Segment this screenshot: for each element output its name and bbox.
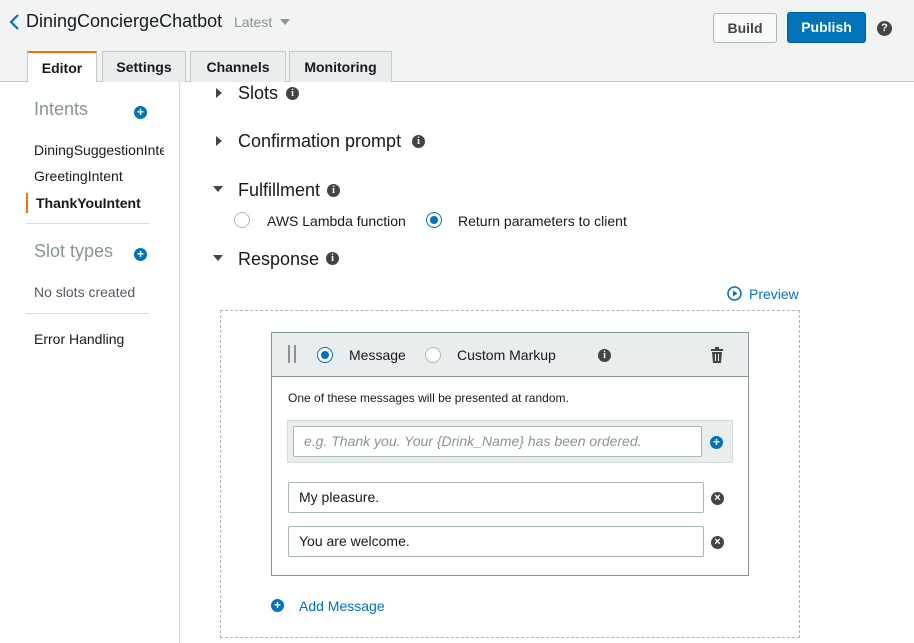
sidebar-item-error-handling[interactable]: Error Handling xyxy=(34,331,124,347)
top-header: DiningConciergeChatbot Latest Build Publ… xyxy=(0,0,914,83)
slot-types-heading: Slot types xyxy=(34,241,114,261)
sidebar: Intents + DiningSuggestionIntent Greetin… xyxy=(0,82,180,643)
radio-aws-lambda[interactable] xyxy=(234,212,250,228)
sidebar-item-dining-suggestion-intent[interactable]: DiningSuggestionIntent xyxy=(34,142,164,158)
version-dropdown[interactable]: Latest xyxy=(234,14,291,30)
tab-settings[interactable]: Settings xyxy=(102,51,186,82)
message-card: Message Custom Markup i One of these mes… xyxy=(271,332,749,576)
back-chevron-icon[interactable] xyxy=(8,12,24,32)
radio-message[interactable] xyxy=(317,347,333,363)
intents-heading: Intents xyxy=(34,99,89,119)
tab-channels[interactable]: Channels xyxy=(190,51,286,82)
bot-name-title: DiningConciergeChatbot xyxy=(26,11,223,31)
add-intent-icon[interactable]: + xyxy=(134,106,147,119)
radio-message-label: Message xyxy=(349,347,406,363)
info-icon[interactable]: i xyxy=(412,135,425,148)
info-icon[interactable]: i xyxy=(326,252,339,265)
add-slot-type-icon[interactable]: + xyxy=(134,248,147,261)
message-field[interactable]: You are welcome. xyxy=(288,526,704,557)
radio-aws-lambda-label: AWS Lambda function xyxy=(267,213,406,229)
divider xyxy=(26,223,149,224)
section-fulfillment[interactable]: Fulfillment xyxy=(238,180,320,201)
message-card-header: Message Custom Markup i xyxy=(272,333,748,377)
section-response[interactable]: Response xyxy=(238,249,319,270)
section-confirmation-prompt[interactable]: Confirmation prompt xyxy=(238,131,401,152)
info-icon[interactable]: i xyxy=(286,87,299,100)
sidebar-item-thank-you-intent[interactable]: ThankYouIntent xyxy=(36,195,141,211)
add-message-link[interactable]: Add Message xyxy=(299,598,385,614)
remove-message-icon[interactable]: × xyxy=(711,492,724,505)
radio-custom-markup[interactable] xyxy=(425,347,441,363)
publish-button[interactable]: Publish xyxy=(787,12,866,43)
collapse-caret-icon[interactable] xyxy=(213,255,223,261)
tab-monitoring[interactable]: Monitoring xyxy=(289,51,392,82)
caret-down-icon xyxy=(280,19,291,25)
add-message-icon[interactable]: + xyxy=(710,436,723,449)
build-button[interactable]: Build xyxy=(713,13,777,43)
version-label: Latest xyxy=(234,14,273,30)
remove-message-icon[interactable]: × xyxy=(711,536,724,549)
radio-return-to-client-label: Return parameters to client xyxy=(458,213,627,229)
main-editor: Slots i Confirmation prompt i Fulfillmen… xyxy=(181,82,914,643)
drag-handle-icon[interactable] xyxy=(294,345,296,363)
collapse-caret-icon[interactable] xyxy=(213,186,223,192)
message-field[interactable]: My pleasure. xyxy=(288,482,704,513)
drag-handle-icon[interactable] xyxy=(288,345,290,363)
radio-return-to-client[interactable] xyxy=(426,212,442,228)
tab-editor[interactable]: Editor xyxy=(27,51,97,83)
preview-play-icon[interactable] xyxy=(727,286,742,301)
new-message-placeholder: e.g. Thank you. Your {Drink_Name} has be… xyxy=(304,433,642,449)
section-slots[interactable]: Slots xyxy=(238,83,278,104)
new-message-row: e.g. Thank you. Your {Drink_Name} has be… xyxy=(287,420,733,463)
random-note-text: One of these messages will be presented … xyxy=(288,391,569,405)
active-indicator xyxy=(26,193,28,213)
expand-caret-icon[interactable] xyxy=(216,88,222,98)
sidebar-item-greeting-intent[interactable]: GreetingIntent xyxy=(34,168,123,184)
expand-caret-icon[interactable] xyxy=(216,136,222,146)
add-message-circle-icon[interactable]: + xyxy=(271,599,284,612)
radio-custom-markup-label: Custom Markup xyxy=(457,347,556,363)
divider xyxy=(26,313,149,314)
new-message-input[interactable]: e.g. Thank you. Your {Drink_Name} has be… xyxy=(293,426,702,457)
info-icon[interactable]: i xyxy=(327,184,340,197)
info-icon[interactable]: i xyxy=(598,349,611,362)
no-slots-text: No slots created xyxy=(34,284,136,300)
preview-link[interactable]: Preview xyxy=(749,286,799,302)
help-icon[interactable]: ? xyxy=(877,21,892,36)
trash-icon[interactable] xyxy=(710,347,724,363)
